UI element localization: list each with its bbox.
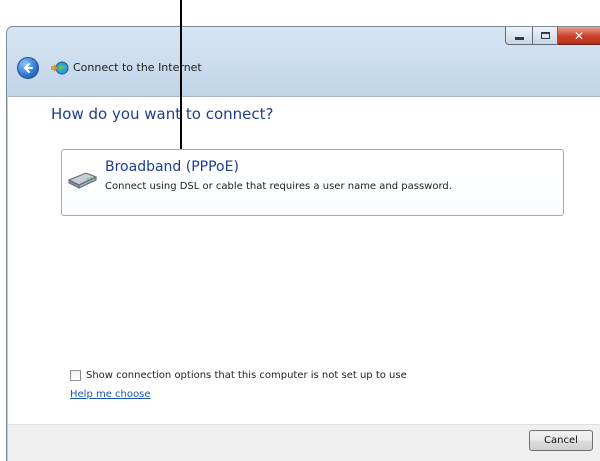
- window-title: Connect to the Internet: [73, 61, 202, 74]
- show-options-checkbox[interactable]: [70, 370, 81, 381]
- minimize-button[interactable]: [505, 27, 533, 45]
- caption-buttons: ✕: [505, 27, 600, 45]
- network-wizard-icon: [51, 61, 69, 75]
- back-button[interactable]: [17, 57, 39, 79]
- cancel-button[interactable]: Cancel: [529, 430, 593, 451]
- page-heading: How do you want to connect?: [51, 105, 274, 123]
- minimize-icon: [514, 36, 524, 40]
- footer-bar: [8, 424, 600, 461]
- maximize-icon: [540, 32, 550, 39]
- help-me-choose-link[interactable]: Help me choose: [70, 389, 150, 400]
- maximize-button[interactable]: [533, 27, 558, 45]
- back-arrow-icon: [24, 63, 33, 73]
- show-options-label[interactable]: Show connection options that this comput…: [86, 370, 407, 381]
- option-description: Connect using DSL or cable that requires…: [105, 181, 452, 192]
- modem-icon: [67, 172, 98, 189]
- callout-line: [180, 0, 182, 149]
- option-title: Broadband (PPPoE): [105, 159, 239, 175]
- close-button[interactable]: ✕: [558, 27, 600, 45]
- close-icon: ✕: [573, 28, 585, 43]
